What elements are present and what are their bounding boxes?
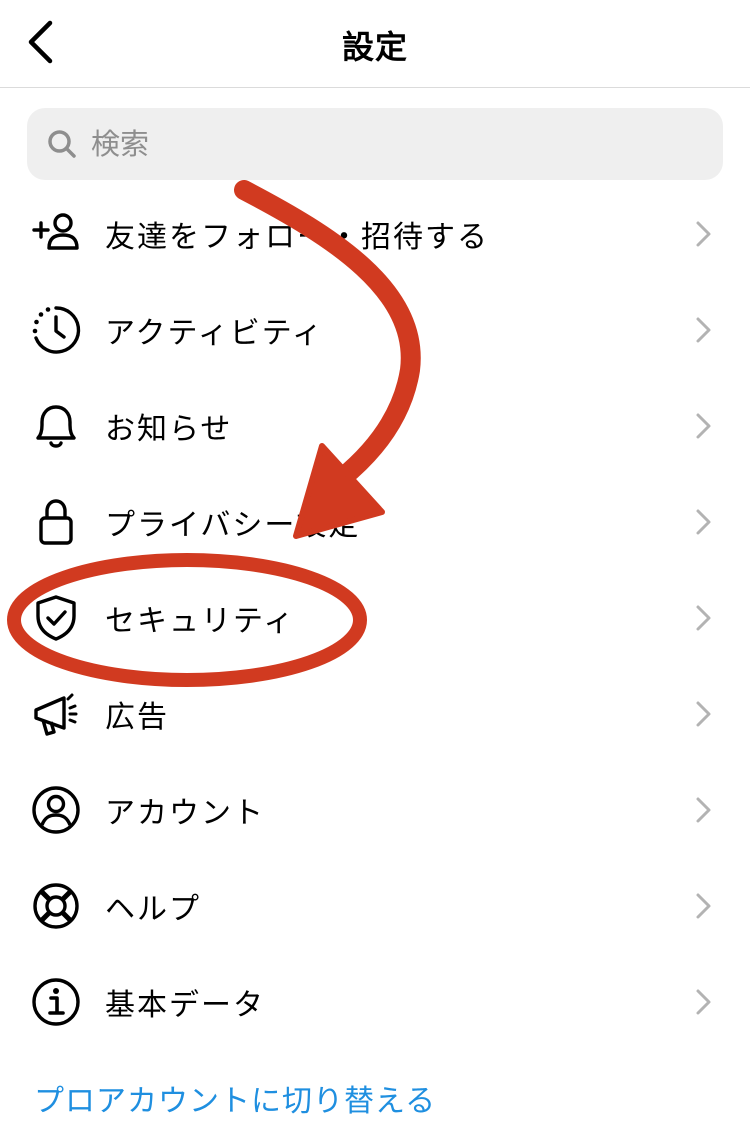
chevron-right-icon [688, 220, 716, 248]
bell-icon [30, 400, 82, 452]
menu-item-label: セキュリティ [105, 604, 296, 639]
menu-item-ads[interactable]: 広告 [0, 666, 750, 762]
menu-item-follow-invite[interactable]: 友達をフォロー・招待する [0, 186, 750, 282]
chevron-right-icon [688, 316, 716, 344]
page-title: 設定 [341, 28, 408, 66]
menu-item-label: プライバシー設定 [105, 508, 361, 543]
chevron-right-icon [688, 508, 716, 536]
menu-item-label: アカウント [105, 796, 265, 831]
menu-item-privacy[interactable]: プライバシー設定 [0, 474, 750, 570]
chevron-right-icon [688, 796, 716, 824]
menu-item-help[interactable]: ヘルプ [0, 858, 750, 954]
shield-check-icon [30, 592, 82, 644]
megaphone-icon [30, 688, 82, 740]
activity-clock-icon [30, 304, 82, 356]
chevron-right-icon [688, 412, 716, 440]
menu-item-notifications[interactable]: お知らせ [0, 378, 750, 474]
chevron-right-icon [688, 988, 716, 1016]
menu-item-label: ヘルプ [105, 892, 201, 927]
menu-item-label: 広告 [105, 700, 169, 735]
menu-item-account[interactable]: アカウント [0, 762, 750, 858]
lifebuoy-icon [30, 880, 82, 932]
add-person-icon [30, 208, 82, 260]
chevron-right-icon [688, 700, 716, 728]
account-circle-icon [30, 784, 82, 836]
info-icon [30, 976, 82, 1028]
chevron-right-icon [688, 604, 716, 632]
menu-item-label: お知らせ [105, 412, 233, 447]
menu-item-activity[interactable]: アクティビティ [0, 282, 750, 378]
menu-item-security[interactable]: セキュリティ [0, 570, 750, 666]
menu-item-label: アクティビティ [105, 316, 324, 351]
chevron-right-icon [688, 892, 716, 920]
menu-item-label: 基本データ [105, 988, 265, 1023]
switch-pro-account-link[interactable]: プロアカウントに切り替える [34, 1076, 436, 1120]
lock-icon [30, 496, 82, 548]
search-input[interactable] [91, 127, 651, 161]
menu-item-label: 友達をフォロー・招待する [105, 220, 489, 255]
search-icon [47, 129, 77, 159]
header-bar: 設定 [0, 0, 750, 88]
settings-menu: 友達をフォロー・招待する アクティビティ お知らせ プライバシー設定 セキュリテ… [0, 186, 750, 1050]
menu-item-about[interactable]: 基本データ [0, 954, 750, 1050]
search-bar[interactable] [27, 108, 723, 180]
